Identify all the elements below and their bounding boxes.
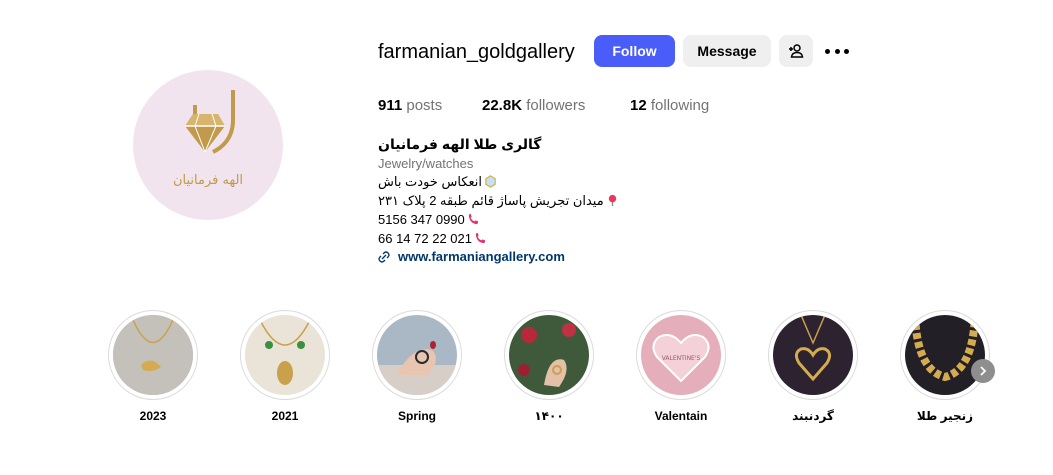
highlight-thumbnail xyxy=(245,315,325,395)
flowers-image xyxy=(509,315,589,395)
highlight-1400[interactable]: ۱۴۰۰ xyxy=(504,310,594,423)
suggested-users-button[interactable] xyxy=(779,35,813,67)
bio-tagline-text: انعکاس خودت باش xyxy=(378,173,482,189)
followers-label: followers xyxy=(526,97,586,114)
bio-line-address: میدان تجریش پاساژ قائم طبقه 2 پلاک ۲۳۱ xyxy=(378,192,678,209)
following-label: following xyxy=(650,97,710,114)
highlight-label: زنجیر طلا xyxy=(916,409,974,423)
highlight-thumbnail xyxy=(113,315,193,395)
chevron-right-icon xyxy=(980,366,987,376)
posts-stat: 911 posts xyxy=(378,97,442,114)
highlights-next-button[interactable] xyxy=(971,359,995,383)
bio-category: Jewelry/watches xyxy=(378,156,474,171)
bio-line-tagline: انعکاس خودت باش xyxy=(378,173,678,190)
highlight-2023[interactable]: 2023 xyxy=(108,310,198,423)
gem-icon xyxy=(485,175,496,188)
profile-avatar[interactable]: الهه فرمانیان xyxy=(133,70,283,220)
highlight-spring[interactable]: Spring xyxy=(372,310,462,423)
message-button[interactable]: Message xyxy=(683,35,771,67)
heart-image: VALENTINE'S xyxy=(641,315,721,395)
link-icon xyxy=(378,250,390,263)
highlight-2021[interactable]: 2021 xyxy=(240,310,330,423)
highlight-thumbnail xyxy=(905,315,985,395)
highlight-thumbnail xyxy=(773,315,853,395)
bio-line-phone1: 5156 347 0990 xyxy=(378,211,678,228)
pin-icon xyxy=(608,194,616,207)
ring-hand-image xyxy=(377,315,457,395)
necklace-image xyxy=(113,315,193,395)
person-plus-icon xyxy=(789,44,804,58)
following-count: 12 xyxy=(630,97,647,114)
highlight-label: Valentain xyxy=(654,409,708,423)
more-options-icon[interactable] xyxy=(825,43,849,59)
highlight-valentain[interactable]: VALENTINE'S Valentain xyxy=(636,310,726,423)
bio-phone2-text: 66 14 72 22 021 xyxy=(378,231,472,246)
profile-username: farmanian_goldgallery xyxy=(378,41,575,63)
following-stat[interactable]: 12 following xyxy=(630,97,709,114)
follow-button[interactable]: Follow xyxy=(594,35,675,67)
highlight-thumbnail xyxy=(509,315,589,395)
profile-bio: گالری طلا الهه فرمانیان Jewelry/watches … xyxy=(378,136,678,264)
highlight-thumbnail xyxy=(377,315,457,395)
highlight-thumbnail: VALENTINE'S xyxy=(641,315,721,395)
highlight-label: Spring xyxy=(398,409,436,423)
valentine-thumbnail-text: VALENTINE'S xyxy=(662,355,701,362)
logo-text: الهه فرمانیان xyxy=(173,173,243,188)
bio-address-text: میدان تجریش پاساژ قائم طبقه 2 پلاک ۲۳۱ xyxy=(378,192,604,208)
bio-line-phone2: 66 14 72 22 021 xyxy=(378,230,678,247)
followers-count: 22.8K xyxy=(482,97,523,114)
posts-label: posts xyxy=(406,97,443,114)
heart-necklace-image xyxy=(773,315,853,395)
highlight-label: گردنبند xyxy=(792,409,834,423)
highlight-label: 2021 xyxy=(271,409,299,423)
highlight-label: ۱۴۰۰ xyxy=(534,409,564,423)
brand-logo: الهه فرمانیان xyxy=(173,90,243,188)
chain-image xyxy=(905,315,985,395)
bio-website-text: www.farmaniangallery.com xyxy=(398,249,565,264)
highlight-necklace[interactable]: گردنبند xyxy=(768,310,858,423)
phone-icon xyxy=(468,213,478,225)
bio-name: گالری طلا الهه فرمانیان xyxy=(378,136,542,152)
pendant-image xyxy=(245,315,325,395)
phone-icon xyxy=(475,232,486,244)
bio-website-link[interactable]: www.farmaniangallery.com xyxy=(378,249,678,264)
highlight-label: 2023 xyxy=(139,409,167,423)
posts-count: 911 xyxy=(378,97,403,114)
bio-phone1-text: 5156 347 0990 xyxy=(378,212,465,227)
followers-stat[interactable]: 22.8K followers xyxy=(482,97,585,114)
